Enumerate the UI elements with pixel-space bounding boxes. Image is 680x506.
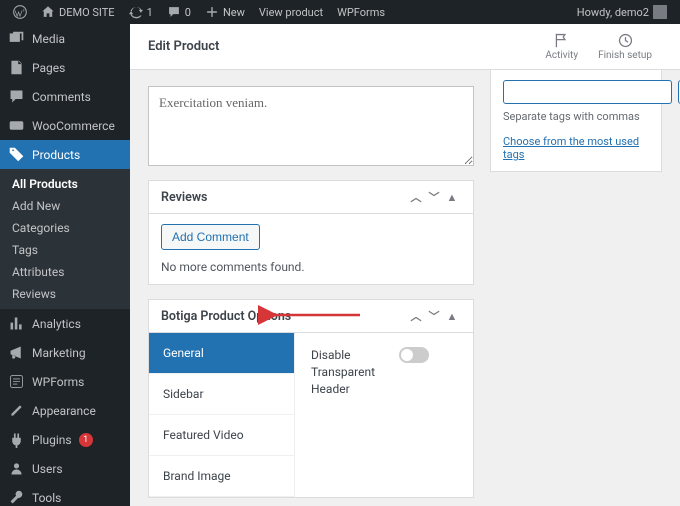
sidebar-item-appearance[interactable]: Appearance	[0, 396, 130, 425]
tags-hint: Separate tags with commas	[503, 110, 649, 123]
botiga-panel: Botiga Product Options ︿ ﹀ ▲ General Sid…	[148, 299, 474, 498]
page-title: Edit Product	[148, 39, 219, 54]
submenu-all-products[interactable]: All Products	[0, 173, 130, 195]
admin-bar: DEMO SITE 1 0 New View product WPForms H…	[0, 0, 680, 24]
submenu-attributes[interactable]: Attributes	[0, 261, 130, 283]
howdy-link[interactable]: Howdy, demo2	[570, 0, 674, 24]
tags-most-used-link[interactable]: Choose from the most used tags	[503, 135, 649, 161]
panel-move-down-icon[interactable]: ﹀	[425, 308, 443, 324]
sidebar-item-products[interactable]: Products	[0, 140, 130, 169]
submenu-add-new[interactable]: Add New	[0, 195, 130, 217]
disable-transparent-header-label: Disable Transparent Header	[311, 347, 381, 397]
sidebar-item-plugins[interactable]: Plugins1	[0, 425, 130, 454]
updates-link[interactable]: 1	[122, 0, 160, 24]
sidebar-item-media[interactable]: Media	[0, 24, 130, 53]
reviews-title: Reviews	[161, 190, 207, 205]
site-name: DEMO SITE	[59, 6, 115, 19]
panel-toggle-icon[interactable]: ▲	[443, 191, 461, 204]
botiga-tab-brand-image[interactable]: Brand Image	[149, 456, 294, 497]
sidebar-item-wpforms[interactable]: WPForms	[0, 367, 130, 396]
updates-count: 1	[147, 6, 153, 19]
sidebar-item-marketing[interactable]: Marketing	[0, 338, 130, 367]
botiga-title: Botiga Product Options	[161, 309, 291, 324]
tags-panel: Add Separate tags with commas Choose fro…	[490, 70, 662, 172]
submenu-tags[interactable]: Tags	[0, 239, 130, 261]
submenu-categories[interactable]: Categories	[0, 217, 130, 239]
site-name-link[interactable]: DEMO SITE	[34, 0, 122, 24]
reviews-panel: Reviews ︿ ﹀ ▲ Add Comment No more commen…	[148, 180, 474, 285]
wpforms-link-top[interactable]: WPForms	[330, 0, 392, 24]
disable-transparent-header-toggle[interactable]	[399, 347, 429, 363]
new-label: New	[223, 6, 245, 19]
sidebar-item-woocommerce[interactable]: WooCommerce	[0, 111, 130, 140]
avatar	[653, 5, 667, 19]
sidebar-item-analytics[interactable]: Analytics	[0, 309, 130, 338]
botiga-tab-featured-video[interactable]: Featured Video	[149, 415, 294, 456]
panel-move-up-icon[interactable]: ︿	[407, 308, 425, 324]
panel-move-down-icon[interactable]: ﹀	[425, 189, 443, 205]
new-link[interactable]: New	[198, 0, 252, 24]
flag-icon	[553, 32, 570, 49]
sidebar-item-tools[interactable]: Tools	[0, 483, 130, 506]
botiga-tab-general[interactable]: General	[149, 333, 294, 374]
botiga-tab-sidebar[interactable]: Sidebar	[149, 374, 294, 415]
comments-count: 0	[185, 6, 191, 19]
add-comment-button[interactable]: Add Comment	[161, 224, 260, 250]
description-textarea[interactable]	[148, 86, 474, 166]
products-submenu: All Products Add New Categories Tags Att…	[0, 169, 130, 309]
reviews-empty-text: No more comments found.	[161, 260, 461, 274]
comments-link[interactable]: 0	[160, 0, 198, 24]
page-header: Edit Product Activity Finish setup	[130, 24, 680, 70]
wp-logo[interactable]	[6, 0, 34, 24]
panel-move-up-icon[interactable]: ︿	[407, 189, 425, 205]
view-product-link[interactable]: View product	[252, 0, 330, 24]
tags-input[interactable]	[503, 80, 672, 104]
activity-button[interactable]: Activity	[535, 32, 588, 61]
submenu-reviews[interactable]: Reviews	[0, 283, 130, 305]
botiga-tabs: General Sidebar Featured Video Brand Ima…	[149, 333, 295, 497]
plugins-badge: 1	[79, 433, 93, 447]
main-content: Edit Product Activity Finish setup Revie…	[130, 24, 680, 506]
clock-icon	[617, 32, 634, 49]
sidebar-item-comments[interactable]: Comments	[0, 82, 130, 111]
finish-setup-button[interactable]: Finish setup	[588, 32, 662, 61]
admin-sidebar: Media Pages Comments WooCommerce Product…	[0, 24, 130, 506]
panel-toggle-icon[interactable]: ▲	[443, 310, 461, 323]
sidebar-item-pages[interactable]: Pages	[0, 53, 130, 82]
sidebar-item-users[interactable]: Users	[0, 454, 130, 483]
